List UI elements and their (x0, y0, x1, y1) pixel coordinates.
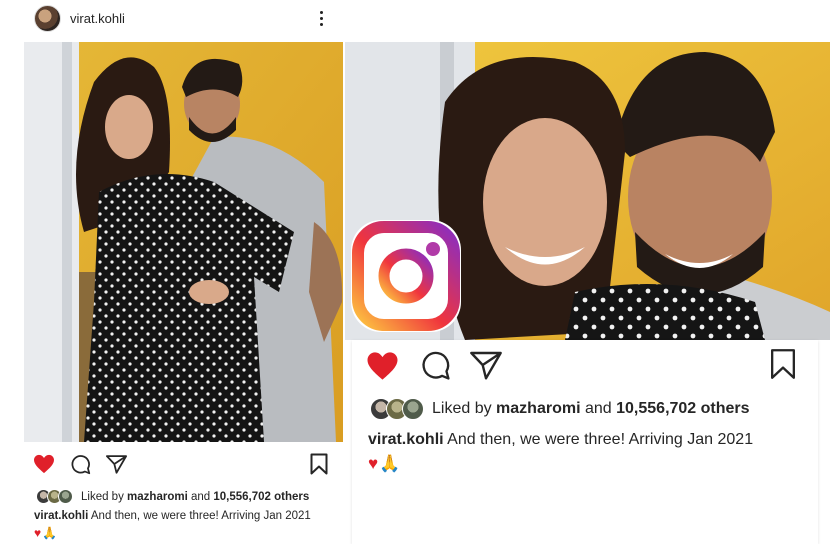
praying-hands-emoji: 🙏 (379, 454, 401, 473)
avatar[interactable] (34, 5, 61, 32)
username[interactable]: virat.kohli (70, 11, 125, 26)
caption: virat.kohli And then, we were three! Arr… (34, 510, 311, 522)
caption-emojis: ♥ 🙏 (368, 454, 400, 474)
likes-summary[interactable]: Liked by mazharomi and 10,556,702 others (36, 489, 309, 504)
likes-count[interactable]: 10,556,702 others (213, 491, 309, 503)
caption-username[interactable]: virat.kohli (368, 431, 444, 448)
heart-emoji: ♥ (34, 526, 42, 540)
liked-by-prefix: Liked by (432, 400, 492, 417)
liked-by-user[interactable]: mazharomi (127, 491, 188, 503)
likes-summary[interactable]: Liked by mazharomi and 10,556,702 others (370, 398, 750, 420)
post-actions: Liked by mazharomi and 10,556,702 others… (24, 442, 343, 544)
liked-by-prefix: Liked by (81, 490, 124, 503)
liked-by-and: and (584, 400, 612, 417)
caption-emojis: ♥ 🙏 (34, 526, 57, 540)
caption-text: And then, we were three! Arriving Jan 20… (90, 510, 311, 522)
caption-text: And then, we were three! Arriving Jan 20… (447, 431, 754, 448)
share-icon[interactable] (106, 454, 127, 474)
caption: virat.kohli And then, we were three! Arr… (368, 431, 753, 449)
comment-icon[interactable] (70, 454, 91, 475)
post-header: virat.kohli (0, 0, 345, 40)
liker-avatars (36, 489, 73, 504)
post-actions-zoomed: Liked by mazharomi and 10,556,702 others… (352, 340, 818, 544)
couple-photo-full (24, 42, 343, 442)
post-photo[interactable] (24, 42, 343, 442)
bookmark-icon[interactable] (770, 348, 796, 380)
liked-by-user[interactable]: mazharomi (496, 400, 580, 418)
liked-by-and: and (190, 490, 211, 503)
liker-avatars (370, 398, 424, 420)
heart-emoji: ♥ (368, 454, 379, 473)
praying-hands-emoji: 🙏 (42, 526, 58, 540)
heart-icon[interactable] (33, 454, 55, 474)
share-icon[interactable] (470, 350, 502, 380)
instagram-logo (351, 220, 461, 332)
likes-count[interactable]: 10,556,702 others (616, 400, 749, 418)
bookmark-icon[interactable] (310, 453, 328, 475)
caption-username[interactable]: virat.kohli (34, 510, 88, 522)
comment-icon[interactable] (420, 350, 451, 381)
more-options-icon[interactable] (314, 8, 328, 30)
heart-icon[interactable] (366, 351, 399, 381)
